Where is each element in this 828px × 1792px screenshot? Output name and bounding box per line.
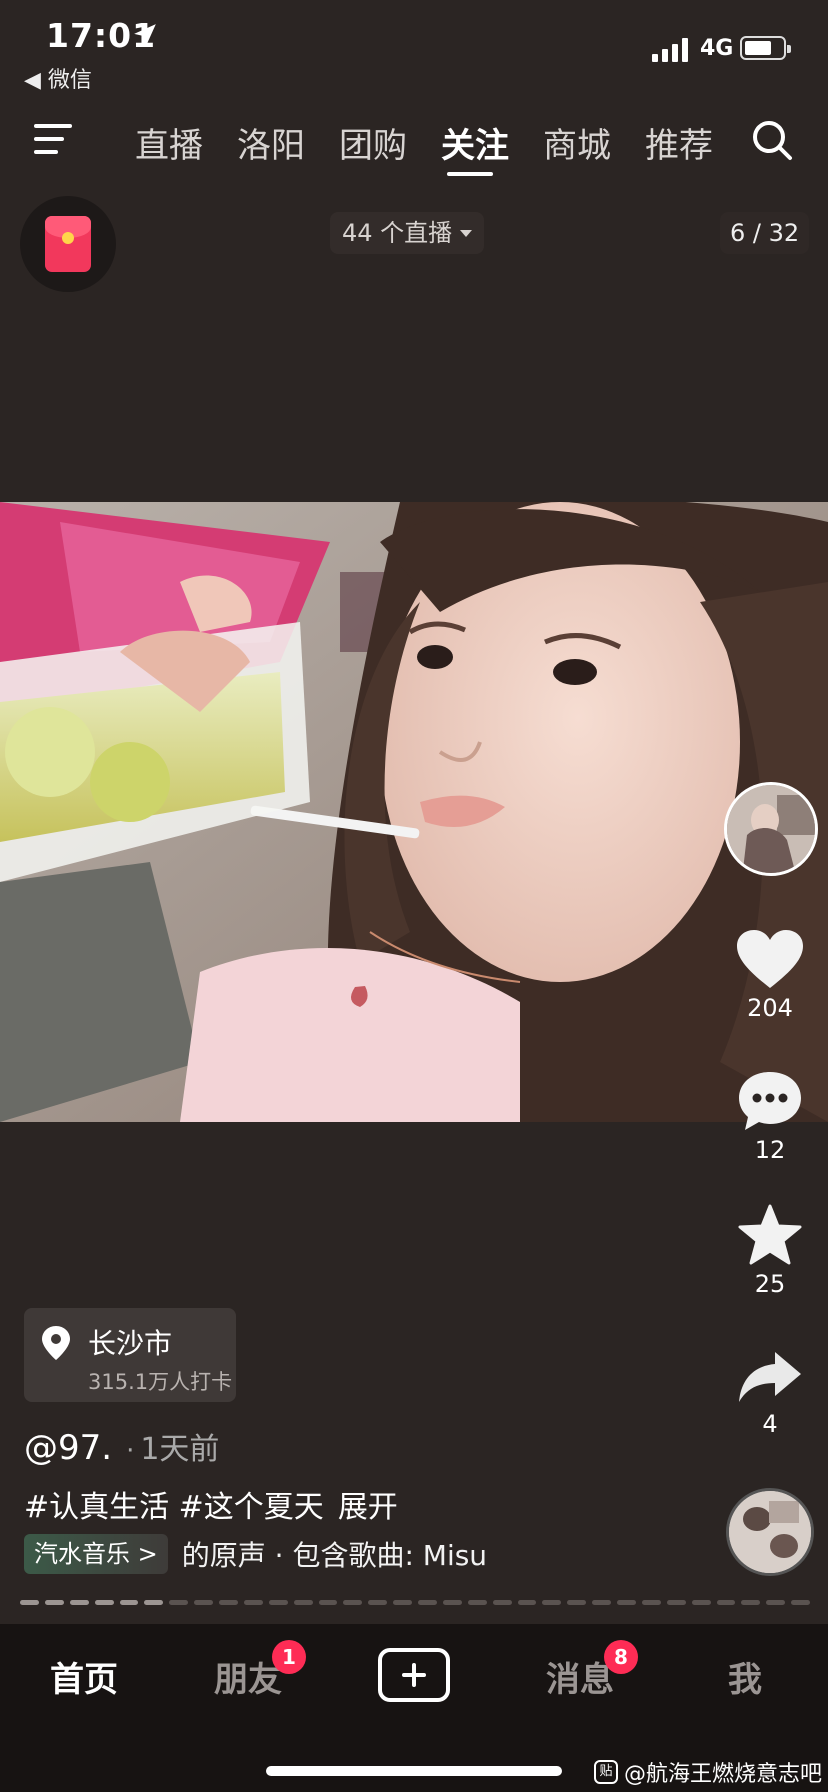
red-packet-button[interactable]	[20, 196, 116, 292]
location-checkins: 315.1万人打卡	[88, 1370, 233, 1394]
tab-mall[interactable]: 商城	[526, 118, 628, 167]
progress-segment	[567, 1600, 587, 1605]
live-count-label: 44 个直播	[342, 219, 453, 247]
progress-segment	[119, 1600, 139, 1605]
favorite-count: 25	[754, 1270, 786, 1298]
watermark-text: @航海王燃烧意志吧	[624, 1762, 823, 1787]
search-icon[interactable]	[750, 118, 794, 162]
comment-count: 12	[754, 1136, 786, 1164]
page-indicator: 6 / 32	[720, 212, 810, 254]
home-indicator	[266, 1766, 562, 1776]
progress-segment	[169, 1600, 189, 1605]
progress-segment	[517, 1600, 537, 1605]
heart-icon	[737, 930, 803, 988]
progress-segment	[467, 1600, 487, 1605]
progress-segment	[393, 1600, 412, 1605]
progress-segment	[691, 1600, 711, 1605]
progress-segment	[243, 1600, 263, 1605]
active-tab-underline	[447, 172, 493, 176]
like-count: 204	[747, 994, 793, 1022]
tab-recommend[interactable]: 推荐	[628, 118, 730, 167]
messages-badge: 8	[604, 1640, 638, 1674]
tab-group-buy[interactable]: 团购	[322, 118, 424, 167]
expand-button[interactable]: 展开	[338, 1490, 398, 1525]
post-time: 1天前	[140, 1432, 220, 1467]
progress-segment	[492, 1600, 512, 1605]
progress-segment	[194, 1600, 213, 1605]
progress-segment	[20, 1600, 39, 1605]
progress-segment	[766, 1600, 786, 1605]
live-count-dropdown[interactable]: 44 个直播	[330, 212, 485, 254]
watermark: 贴 @航海王燃烧意志吧	[594, 1756, 822, 1788]
location-pin-icon	[42, 1326, 70, 1360]
progress-segment	[44, 1600, 64, 1605]
menu-icon[interactable]	[34, 124, 74, 154]
location-arrow-icon	[134, 24, 156, 46]
friends-badge: 1	[272, 1640, 306, 1674]
separator-dot: ·	[126, 1436, 135, 1466]
share-count: 4	[762, 1410, 778, 1438]
progress-segment	[442, 1600, 462, 1605]
progress-segment	[69, 1600, 89, 1605]
nav-me[interactable]: 我	[728, 1652, 762, 1701]
caret-down-icon	[460, 229, 473, 237]
progress-segment	[144, 1600, 164, 1605]
hashtags[interactable]: #认真生活 #这个夏天	[24, 1490, 324, 1525]
progress-segment	[343, 1600, 363, 1605]
tab-following[interactable]: 关注	[424, 118, 526, 167]
author-avatar[interactable]	[724, 782, 818, 876]
signal-icon	[652, 38, 688, 62]
progress-segment	[592, 1600, 611, 1605]
tab-luoyang[interactable]: 洛阳	[220, 118, 322, 167]
music-row: 汽水音乐 > 的原声 · 包含歌曲: Misu	[24, 1534, 512, 1574]
progress-segment	[268, 1600, 288, 1605]
progress-segment	[791, 1600, 810, 1605]
top-tabs: 直播 洛阳 团购 关注 商城 推荐	[118, 118, 730, 167]
soda-music-tag[interactable]: 汽水音乐 >	[24, 1534, 168, 1574]
location-city: 长沙市	[88, 1327, 173, 1360]
progress-segment	[617, 1600, 636, 1605]
progress-segment	[94, 1600, 114, 1605]
comment-icon	[739, 1072, 801, 1130]
tieba-icon: 贴	[594, 1760, 618, 1784]
video-progress-bar[interactable]	[20, 1600, 810, 1606]
progress-segment	[318, 1600, 338, 1605]
progress-segment	[741, 1600, 761, 1605]
music-title[interactable]: 的原声 · 包含歌曲: Misu	[182, 1534, 512, 1574]
progress-segment	[716, 1600, 736, 1605]
star-icon	[738, 1204, 802, 1265]
nav-home[interactable]: 首页	[50, 1652, 118, 1701]
like-action[interactable]: 204	[720, 930, 820, 1022]
post-description: #认真生活 #这个夏天 展开	[24, 1482, 398, 1526]
share-action[interactable]: 4	[720, 1350, 820, 1438]
progress-segment	[368, 1600, 388, 1605]
favorite-action[interactable]: 25	[720, 1204, 820, 1298]
network-type: 4G	[700, 36, 734, 61]
progress-segment	[641, 1600, 661, 1605]
back-to-wechat-link[interactable]: ◀ 微信	[24, 62, 92, 94]
progress-segment	[542, 1600, 562, 1605]
progress-segment	[666, 1600, 686, 1605]
music-disc[interactable]	[726, 1488, 814, 1576]
author-name[interactable]: @97.	[24, 1428, 112, 1468]
author-line: @97. · 1天前	[24, 1424, 219, 1468]
red-packet-icon	[45, 216, 91, 272]
create-post-button[interactable]	[378, 1648, 450, 1702]
location-card[interactable]: 长沙市 315.1万人打卡	[24, 1308, 236, 1402]
battery-icon	[740, 36, 791, 60]
tab-live[interactable]: 直播	[118, 118, 220, 167]
progress-segment	[418, 1600, 437, 1605]
comment-action[interactable]: 12	[720, 1070, 820, 1164]
share-arrow-icon	[739, 1352, 801, 1402]
progress-segment	[219, 1600, 238, 1605]
video-photo[interactable]	[0, 502, 828, 1122]
progress-segment	[293, 1600, 313, 1605]
